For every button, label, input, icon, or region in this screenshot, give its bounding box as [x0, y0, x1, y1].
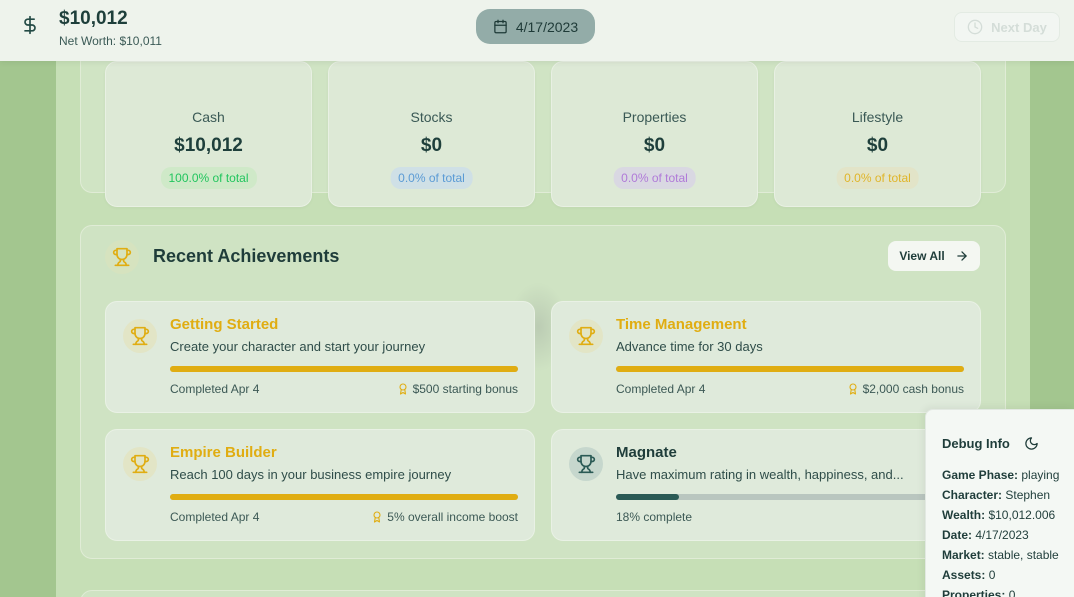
- debug-row-properties: Properties: 0: [942, 588, 1016, 597]
- asset-percent-badge: 0.0% of total: [613, 167, 696, 189]
- award-icon: [373, 511, 381, 523]
- debug-row-character: Character: Stephen: [942, 488, 1051, 502]
- moon-icon[interactable]: [1024, 436, 1039, 451]
- trophy-icon: [569, 447, 603, 481]
- calendar-icon: [494, 19, 507, 34]
- achievement-progress-fill: [170, 366, 518, 372]
- net-worth: Net Worth: $10,011: [59, 34, 162, 48]
- achievement-status: Completed Apr 4: [616, 382, 706, 396]
- asset-value: $0: [420, 135, 443, 156]
- asset-percent-badge: 0.0% of total: [390, 167, 473, 189]
- next-day-label: Next Day: [991, 19, 1047, 35]
- asset-value: $0: [643, 135, 666, 156]
- achievement-name: Time Management: [616, 316, 747, 333]
- reward-label: $500 starting bonus: [412, 382, 518, 396]
- debug-title: Debug Info: [942, 436, 1010, 451]
- achievement-card[interactable]: Time Management Advance time for 30 days…: [551, 301, 981, 413]
- clock-icon: [967, 19, 983, 35]
- achievement-description: Create your character and start your jou…: [170, 339, 426, 354]
- achievement-progress-bar: [170, 494, 518, 500]
- asset-value: $10,012: [174, 135, 243, 156]
- achievement-progress-bar: [616, 494, 964, 500]
- asset-value: $0: [866, 135, 889, 156]
- achievement-reward: $2,000 cash bonus: [847, 382, 964, 396]
- debug-panel: Debug Info Game Phase: playing Character…: [925, 409, 1074, 597]
- debug-row-wealth: Wealth: $10,012.006: [942, 508, 1056, 522]
- asset-card-stocks: Stocks $0 0.0% of total: [328, 61, 535, 207]
- achievement-reward: 5% overall income boost: [371, 510, 518, 524]
- reward-label: 5% overall income boost: [387, 510, 518, 524]
- date-display[interactable]: 4/17/2023: [476, 9, 595, 44]
- award-icon: [399, 383, 407, 395]
- arrow-right-icon: [956, 251, 967, 261]
- achievements-title: Recent Achievements: [153, 246, 340, 266]
- asset-percent-badge: 0.0% of total: [836, 167, 919, 189]
- achievement-progress-fill: [616, 494, 679, 500]
- award-icon: [849, 383, 857, 395]
- trophy-icon: [569, 319, 603, 353]
- asset-percent-badge: 100.0% of total: [160, 167, 257, 189]
- top-bar: $10,012 Net Worth: $10,011 4/17/2023 Nex…: [0, 0, 1074, 61]
- debug-row-date: Date: 4/17/2023: [942, 528, 1029, 542]
- asset-label: Stocks: [410, 109, 453, 125]
- achievement-status: Completed Apr 4: [170, 382, 260, 396]
- reward-label: $2,000 cash bonus: [862, 382, 964, 396]
- achievement-progress-fill: [616, 366, 964, 372]
- cash-balance: $10,012: [59, 8, 128, 29]
- debug-row-assets: Assets: 0: [942, 568, 996, 582]
- achievement-description: Advance time for 30 days: [616, 339, 763, 354]
- dollar-icon: [20, 13, 40, 39]
- achievement-progress-fill: [170, 494, 518, 500]
- asset-label: Properties: [622, 109, 687, 125]
- asset-label: Lifestyle: [851, 109, 904, 125]
- asset-card-lifestyle: Lifestyle $0 0.0% of total: [774, 61, 981, 207]
- asset-card-cash: Cash $10,012 100.0% of total: [105, 61, 312, 207]
- achievement-name: Magnate: [616, 444, 677, 461]
- achievement-description: Have maximum rating in wealth, happiness…: [616, 467, 904, 482]
- achievement-status: Completed Apr 4: [170, 510, 260, 524]
- achievement-name: Empire Builder: [170, 444, 277, 461]
- debug-row-market: Market: stable, stable: [942, 548, 1059, 562]
- trophy-icon: [105, 240, 139, 274]
- trophy-icon: [123, 319, 157, 353]
- next-day-button[interactable]: Next Day: [954, 12, 1060, 42]
- asset-label: Cash: [192, 109, 225, 125]
- achievement-name: Getting Started: [170, 316, 279, 333]
- achievement-status: 18% complete: [616, 510, 693, 524]
- achievement-progress-bar: [170, 366, 518, 372]
- achievement-card[interactable]: Empire Builder Reach 100 days in your bu…: [105, 429, 535, 541]
- asset-card-properties: Properties $0 0.0% of total: [551, 61, 758, 207]
- trophy-icon: [123, 447, 157, 481]
- view-all-button[interactable]: View All: [888, 241, 980, 271]
- achievement-reward: $500 starting bonus: [397, 382, 518, 396]
- achievement-card[interactable]: Getting Started Create your character an…: [105, 301, 535, 413]
- next-section: [80, 590, 1006, 597]
- view-all-label: View All: [899, 249, 945, 263]
- date-label: 4/17/2023: [515, 18, 579, 35]
- achievement-card[interactable]: Magnate Have maximum rating in wealth, h…: [551, 429, 981, 541]
- achievement-description: Reach 100 days in your business empire j…: [170, 467, 452, 482]
- debug-row-phase: Game Phase: playing: [942, 468, 1060, 482]
- achievement-progress-bar: [616, 366, 964, 372]
